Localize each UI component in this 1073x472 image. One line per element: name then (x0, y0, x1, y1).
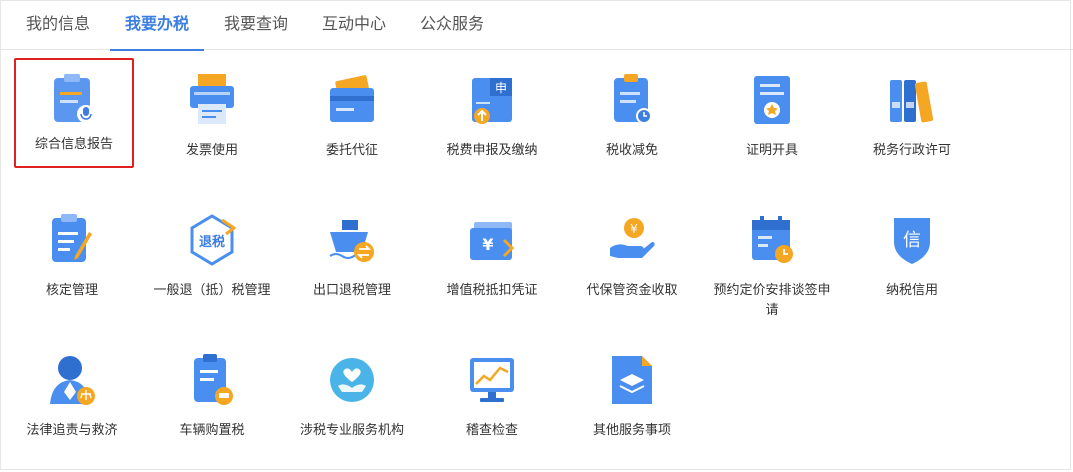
printer-icon (188, 72, 236, 128)
service-assessment-management[interactable]: 核定管理 (4, 198, 140, 318)
service-administrative-license[interactable]: 税务行政许可 (844, 58, 980, 178)
service-inspection[interactable]: 稽查检查 (424, 338, 560, 458)
service-label: 车辆购置税 (179, 422, 245, 437)
service-tax-declare-pay[interactable]: 申 税费申报及缴纳 (424, 58, 560, 178)
service-legal-remedy[interactable]: 法律追责与救济 (4, 338, 140, 458)
service-label: 税收减免 (605, 142, 658, 157)
service-custody-fund-collection[interactable]: ¥ 代保管资金收取 (564, 198, 700, 318)
service-label: 委托代征 (325, 142, 378, 157)
refund-badge: 退税 (199, 234, 225, 250)
service-label: 涉税专业服务机构 (299, 422, 404, 437)
credit-shield-icon: 信 (888, 212, 936, 268)
service-invoice-use[interactable]: 发票使用 (144, 58, 280, 178)
service-export-refund[interactable]: 出口退税管理 (284, 198, 420, 318)
monitor-chart-icon (468, 352, 516, 408)
service-tax-reduction[interactable]: 税收减免 (564, 58, 700, 178)
calendar-clock-icon (748, 212, 796, 268)
tab-handle-tax[interactable]: 我要办税 (110, 0, 204, 51)
service-label: 出口退税管理 (312, 282, 391, 297)
yuan-voucher-icon: ¥ (468, 212, 516, 268)
card-wallet-icon (328, 72, 376, 128)
yuan-symbol: ¥ (482, 235, 493, 254)
service-label: 核定管理 (45, 282, 98, 297)
service-tax-professional-agency[interactable]: 涉税专业服务机构 (284, 338, 420, 458)
tab-public-service[interactable]: 公众服务 (418, 0, 486, 50)
clipboard-clock-icon (608, 72, 656, 128)
service-vat-deduction-voucher[interactable]: ¥ 增值税抵扣凭证 (424, 198, 560, 318)
service-label: 证明开具 (745, 142, 798, 157)
service-label: 一般退（抵）税管理 (153, 282, 271, 297)
tab-bar: 我的信息 我要办税 我要查询 互动中心 公众服务 (0, 0, 1073, 51)
service-label: 代保管资金收取 (586, 282, 678, 297)
ship-exchange-icon (328, 212, 376, 268)
judge-scale-icon (48, 352, 96, 408)
service-label: 税费申报及缴纳 (446, 142, 538, 157)
coin-yuan: ¥ (630, 222, 638, 236)
binders-icon (888, 72, 936, 128)
tax-refund-hexagon-icon: 退税 (188, 212, 236, 268)
service-label: 发票使用 (185, 142, 238, 157)
service-general-refund[interactable]: 退税 一般退（抵）税管理 (144, 198, 280, 318)
service-label: 预约定价安排谈签申请 (713, 282, 831, 317)
service-vehicle-purchase-tax[interactable]: 车辆购置税 (144, 338, 280, 458)
clipboard-car-icon (188, 352, 236, 408)
service-other-matters[interactable]: 其他服务事项 (564, 338, 700, 458)
heart-hand-icon (328, 352, 376, 408)
declare-upload-icon: 申 (468, 72, 516, 128)
service-entrusted-collection[interactable]: 委托代征 (284, 58, 420, 178)
service-label: 综合信息报告 (34, 136, 113, 151)
declare-badge: 申 (495, 81, 507, 95)
tab-query[interactable]: 我要查询 (222, 0, 290, 50)
tab-interaction[interactable]: 互动中心 (320, 0, 388, 50)
service-certificate-issue[interactable]: 证明开具 (704, 58, 840, 178)
service-label: 增值税抵扣凭证 (446, 282, 538, 297)
service-label: 稽查检查 (465, 422, 518, 437)
service-label: 纳税信用 (885, 282, 938, 297)
service-label: 税务行政许可 (872, 142, 951, 157)
clipboard-mic-icon (50, 72, 98, 128)
service-label: 法律追责与救济 (26, 422, 118, 437)
tab-my-info[interactable]: 我的信息 (22, 0, 94, 50)
certificate-icon (748, 72, 796, 128)
service-label: 其他服务事项 (592, 422, 671, 437)
hand-coin-icon: ¥ (608, 212, 656, 268)
document-layers-icon (608, 352, 656, 408)
service-advance-pricing-application[interactable]: 预约定价安排谈签申请 (704, 198, 840, 318)
credit-char: 信 (903, 230, 921, 251)
service-comprehensive-info-report[interactable]: 综合信息报告 (14, 58, 134, 168)
service-tax-credit[interactable]: 信 纳税信用 (844, 198, 980, 318)
clipboard-pencil-icon (48, 212, 96, 268)
